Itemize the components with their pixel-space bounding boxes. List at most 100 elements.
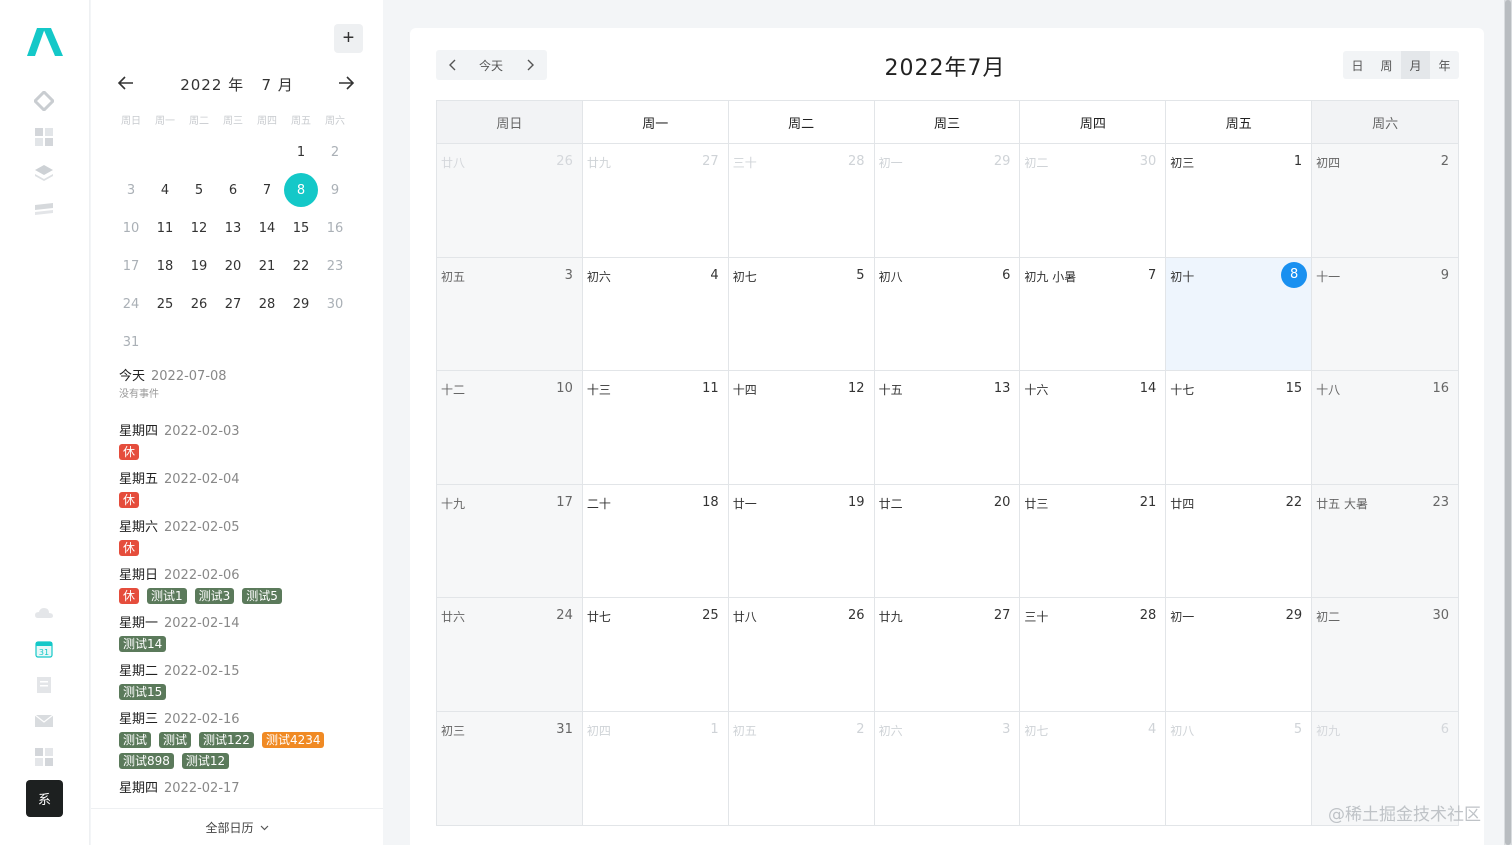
brand-logo-icon[interactable] <box>25 26 65 58</box>
day-cell[interactable]: 十三 11 <box>583 371 729 484</box>
stack-icon[interactable] <box>33 198 55 220</box>
mini-day[interactable]: 22 <box>284 247 318 285</box>
mini-day[interactable]: 18 <box>148 247 182 285</box>
mini-day[interactable]: 5 <box>182 171 216 209</box>
mini-day[interactable]: 1 <box>284 133 318 171</box>
day-cell[interactable]: 廿九 27 <box>875 598 1021 711</box>
day-cell-today[interactable]: 初十 8 <box>1166 257 1313 370</box>
day-cell[interactable]: 十六 14 <box>1020 371 1167 484</box>
event-tag[interactable]: 测试1 <box>147 588 187 604</box>
event-tag[interactable]: 测试898 <box>119 753 174 769</box>
view-tab-2[interactable]: 月 <box>1401 51 1430 79</box>
mini-day[interactable]: 17 <box>114 247 148 285</box>
view-tab-1[interactable]: 周 <box>1372 51 1401 79</box>
day-cell[interactable]: 十四 12 <box>729 371 875 484</box>
prev-period-button[interactable] <box>436 50 470 80</box>
day-cell[interactable]: 廿五 大暑 23 <box>1312 484 1458 597</box>
event-tag[interactable]: 测试12 <box>181 753 230 769</box>
day-cell[interactable]: 廿八 26 <box>437 144 583 257</box>
day-cell[interactable]: 初三 31 <box>437 711 583 825</box>
layers-icon[interactable] <box>33 162 55 184</box>
day-cell[interactable]: 廿二 20 <box>875 484 1021 597</box>
mini-day[interactable]: 4 <box>148 171 182 209</box>
mini-day[interactable]: 7 <box>250 171 284 209</box>
mini-day[interactable]: 31 <box>114 323 148 361</box>
day-cell[interactable]: 初一 29 <box>875 144 1021 257</box>
grid-icon[interactable] <box>33 126 55 148</box>
day-cell[interactable]: 廿九 27 <box>583 144 729 257</box>
agenda-list[interactable]: 今天 2022-07-08 没有事件 星期四 2022-02-03 休星期五 2022-… <box>119 365 379 810</box>
event-tag[interactable]: 测试5 <box>242 588 282 604</box>
mini-day[interactable]: 26 <box>182 285 216 323</box>
event-tag[interactable]: 测试122 <box>199 732 254 748</box>
day-cell[interactable]: 初七 5 <box>729 257 875 370</box>
day-cell[interactable]: 初二 30 <box>1312 598 1458 711</box>
mini-day[interactable]: 15 <box>284 209 318 247</box>
mini-day[interactable]: 23 <box>318 247 352 285</box>
mini-day[interactable]: 20 <box>216 247 250 285</box>
mini-day[interactable]: 28 <box>250 285 284 323</box>
next-month-arrow-icon[interactable] <box>333 70 359 96</box>
day-cell[interactable]: 初一 29 <box>1166 598 1313 711</box>
day-cell[interactable]: 廿三 21 <box>1020 484 1167 597</box>
mini-day[interactable]: 21 <box>250 247 284 285</box>
day-cell[interactable]: 三十 28 <box>729 144 875 257</box>
event-tag[interactable]: 测试14 <box>119 636 167 652</box>
apps-icon[interactable] <box>33 746 55 768</box>
mini-day[interactable]: 2 <box>318 133 352 171</box>
day-cell[interactable]: 二十 18 <box>583 484 729 597</box>
holiday-badge[interactable]: 休 <box>119 588 140 604</box>
mini-day[interactable]: 11 <box>148 209 182 247</box>
calendar-icon[interactable]: 31 <box>33 638 55 660</box>
mail-icon[interactable] <box>33 710 55 732</box>
day-cell[interactable]: 廿六 24 <box>437 598 583 711</box>
mini-day[interactable]: 30 <box>318 285 352 323</box>
mini-day[interactable]: 10 <box>114 209 148 247</box>
day-cell[interactable]: 初八 5 <box>1166 711 1313 825</box>
view-tab-3[interactable]: 年 <box>1430 51 1459 79</box>
day-cell[interactable]: 初五 2 <box>729 711 875 825</box>
day-cell[interactable]: 初九 小暑 7 <box>1020 257 1167 370</box>
event-tag[interactable]: 测试3 <box>194 588 235 604</box>
page-scrollbar[interactable] <box>1504 0 1512 845</box>
day-cell[interactable]: 十五 13 <box>875 371 1021 484</box>
today-button[interactable]: 今天 <box>470 50 512 80</box>
day-cell[interactable]: 十七 15 <box>1166 371 1313 484</box>
mini-day[interactable]: 27 <box>216 285 250 323</box>
day-cell[interactable]: 十八 16 <box>1312 371 1458 484</box>
day-cell[interactable]: 十九 17 <box>437 484 583 597</box>
holiday-badge[interactable]: 休 <box>119 492 140 508</box>
event-tag[interactable]: 测试 <box>159 732 192 748</box>
day-cell[interactable]: 初七 4 <box>1020 711 1167 825</box>
day-cell[interactable]: 初三 1 <box>1166 144 1313 257</box>
mini-day[interactable]: 16 <box>318 209 352 247</box>
day-cell[interactable]: 十二 10 <box>437 371 583 484</box>
day-cell[interactable]: 初五 3 <box>437 257 583 370</box>
mini-day[interactable]: 19 <box>182 247 216 285</box>
day-cell[interactable]: 初八 6 <box>875 257 1021 370</box>
event-tag[interactable]: 测试15 <box>119 684 167 700</box>
mini-day[interactable]: 3 <box>114 171 148 209</box>
event-tag[interactable]: 测试4234 <box>261 732 325 748</box>
mini-day[interactable]: 13 <box>216 209 250 247</box>
day-cell[interactable]: 初六 4 <box>583 257 729 370</box>
mini-day[interactable]: 24 <box>114 285 148 323</box>
day-cell[interactable]: 廿四 22 <box>1166 484 1313 597</box>
day-cell[interactable]: 廿八 26 <box>729 598 875 711</box>
mini-day[interactable]: 12 <box>182 209 216 247</box>
mini-day[interactable]: 8 <box>284 171 318 209</box>
day-cell[interactable]: 三十 28 <box>1020 598 1167 711</box>
notes-icon[interactable] <box>33 674 55 696</box>
mini-day[interactable]: 9 <box>318 171 352 209</box>
holiday-badge[interactable]: 休 <box>119 444 140 460</box>
day-cell[interactable]: 初四 2 <box>1312 144 1458 257</box>
day-cell[interactable]: 廿七 25 <box>583 598 729 711</box>
all-calendars-dropdown[interactable]: 全部日历 <box>91 808 383 845</box>
next-period-button[interactable] <box>512 50 547 80</box>
user-avatar[interactable]: 系 <box>26 780 63 817</box>
day-cell[interactable]: 十一 9 <box>1312 257 1458 370</box>
day-cell[interactable]: 廿一 19 <box>729 484 875 597</box>
day-cell[interactable]: 初二 30 <box>1020 144 1167 257</box>
mini-day[interactable]: 25 <box>148 285 182 323</box>
cloud-icon[interactable] <box>33 602 55 624</box>
